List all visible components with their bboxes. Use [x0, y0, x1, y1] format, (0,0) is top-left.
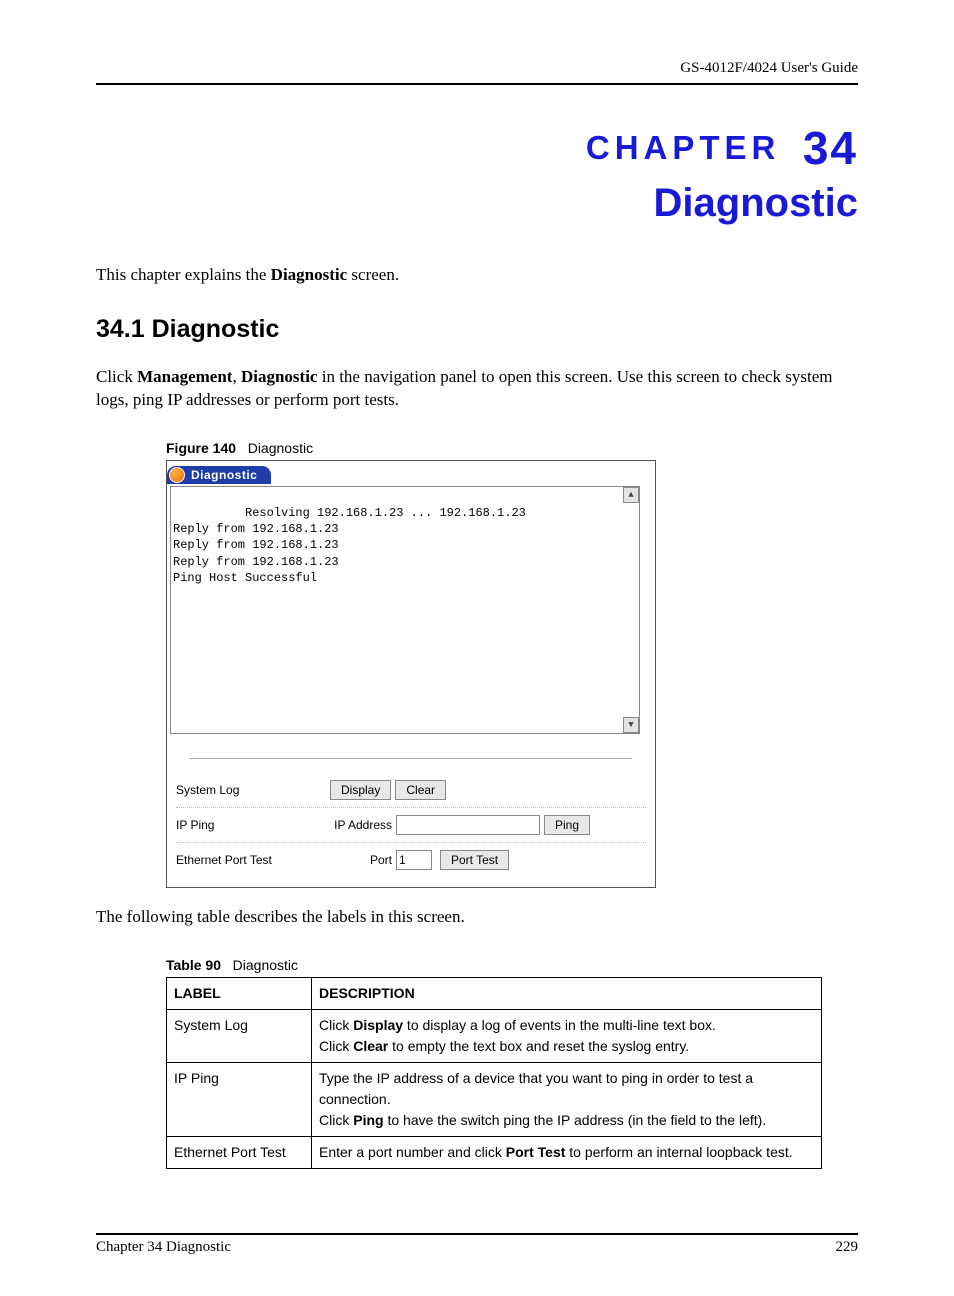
footer-right: 229	[836, 1239, 859, 1256]
figure-divider	[190, 758, 632, 759]
figure-tab-pill[interactable]: Diagnostic	[167, 466, 271, 484]
port-test-button[interactable]: Port Test	[440, 850, 509, 870]
table-row: System Log Click Display to display a lo…	[167, 1009, 822, 1062]
para-pre: Click	[96, 367, 137, 386]
intro-pre: This chapter explains the	[96, 265, 271, 284]
row-system-log: System Log Display Clear	[176, 773, 646, 808]
table-caption-text: Diagnostic	[233, 957, 298, 973]
td-label: System Log	[167, 1009, 312, 1062]
page-header-guide: GS-4012F/4024 User's Guide	[96, 60, 858, 77]
th-label: LABEL	[167, 977, 312, 1009]
para-sep: ,	[232, 367, 241, 386]
table-caption-label: Table 90	[166, 957, 221, 973]
port-sublabel: Port	[330, 853, 392, 867]
header-rule	[96, 83, 858, 85]
figure-diagnostic: Diagnostic Resolving 192.168.1.23 ... 19…	[166, 460, 656, 888]
chapter-title: Diagnostic	[96, 181, 858, 226]
log-textarea[interactable]: Resolving 192.168.1.23 ... 192.168.1.23 …	[170, 486, 640, 734]
ip-ping-label: IP Ping	[176, 818, 330, 832]
section-para: Click Management, Diagnostic in the navi…	[96, 366, 858, 412]
page-footer: Chapter 34 Diagnostic 229	[96, 1233, 858, 1256]
td-label: Ethernet Port Test	[167, 1136, 312, 1168]
description-table: LABEL DESCRIPTION System Log Click Displ…	[166, 977, 822, 1169]
port-test-label: Ethernet Port Test	[176, 853, 330, 867]
ip-address-input[interactable]	[396, 815, 540, 835]
ip-address-sublabel: IP Address	[330, 818, 392, 832]
para-b1: Management	[137, 367, 232, 386]
system-log-label: System Log	[176, 783, 330, 797]
table-caption: Table 90 Diagnostic	[166, 957, 858, 973]
table-row: Ethernet Port Test Enter a port number a…	[167, 1136, 822, 1168]
table-row: IP Ping Type the IP address of a device …	[167, 1062, 822, 1136]
td-desc: Enter a port number and click Port Test …	[312, 1136, 822, 1168]
chapter-number: 34	[803, 122, 858, 174]
td-label: IP Ping	[167, 1062, 312, 1136]
chapter-word: CHAPTER	[586, 129, 781, 166]
after-figure-text: The following table describes the labels…	[96, 906, 858, 929]
figure-caption: Figure 140 Diagnostic	[166, 440, 858, 456]
intro-bold: Diagnostic	[271, 265, 348, 284]
figure-caption-text: Diagnostic	[248, 440, 313, 456]
port-input[interactable]	[396, 850, 432, 870]
figure-controls: System Log Display Clear IP Ping IP Addr…	[170, 773, 652, 877]
display-button[interactable]: Display	[330, 780, 391, 800]
footer-left: Chapter 34 Diagnostic	[96, 1239, 231, 1256]
figure-inner: Resolving 192.168.1.23 ... 192.168.1.23 …	[167, 484, 655, 887]
tab-dot-icon	[169, 467, 185, 483]
para-b2: Diagnostic	[241, 367, 318, 386]
ping-button[interactable]: Ping	[544, 815, 590, 835]
figure-caption-label: Figure 140	[166, 440, 236, 456]
chapter-intro: This chapter explains the Diagnostic scr…	[96, 264, 858, 287]
footer-rule	[96, 1233, 858, 1235]
scroll-up-button[interactable]: ▲	[623, 487, 639, 503]
table-header-row: LABEL DESCRIPTION	[167, 977, 822, 1009]
td-desc: Type the IP address of a device that you…	[312, 1062, 822, 1136]
td-desc: Click Display to display a log of events…	[312, 1009, 822, 1062]
chapter-heading: CHAPTER 34	[96, 121, 858, 175]
row-port-test: Ethernet Port Test Port Port Test	[176, 843, 646, 877]
scroll-down-button[interactable]: ▼	[623, 717, 639, 733]
section-heading: 34.1 Diagnostic	[96, 315, 858, 344]
clear-button[interactable]: Clear	[395, 780, 446, 800]
figure-tab-bar: Diagnostic	[167, 461, 655, 484]
th-description: DESCRIPTION	[312, 977, 822, 1009]
row-ip-ping: IP Ping IP Address Ping	[176, 808, 646, 843]
intro-post: screen.	[347, 265, 399, 284]
log-content: Resolving 192.168.1.23 ... 192.168.1.23 …	[173, 506, 526, 585]
figure-tab-label: Diagnostic	[191, 468, 257, 482]
